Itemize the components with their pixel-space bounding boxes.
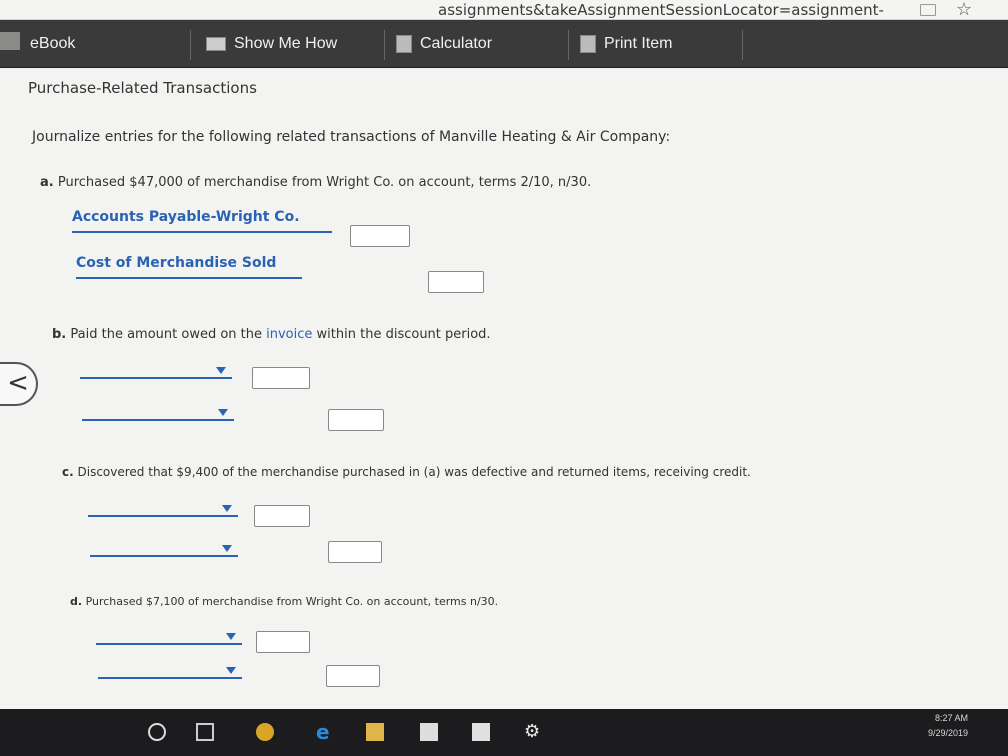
transaction-b-amount-2[interactable] xyxy=(328,409,384,431)
assignment-toolbar: eBook Show Me How Calculator Print Item xyxy=(0,20,1008,68)
transaction-d-account-select-2[interactable] xyxy=(98,665,242,679)
cortana-icon[interactable] xyxy=(148,723,166,741)
ebook-button[interactable]: eBook xyxy=(30,28,75,60)
transaction-c-letter: c. xyxy=(62,465,74,479)
url-text[interactable]: assignments&takeAssignmentSessionLocator… xyxy=(438,0,884,20)
task-view-icon[interactable] xyxy=(196,723,214,741)
page-title: Purchase-Related Transactions xyxy=(28,79,257,97)
transaction-c-amount-1[interactable] xyxy=(254,505,310,527)
invoice-link[interactable]: invoice xyxy=(266,327,312,342)
transaction-a-amount-1[interactable] xyxy=(350,225,410,247)
transaction-b-text: b. Paid the amount owed on the invoice w… xyxy=(52,327,491,342)
transaction-a-amount-2[interactable] xyxy=(428,271,484,293)
bookmark-star-icon[interactable]: ☆ xyxy=(956,0,972,20)
toolbar-divider xyxy=(190,30,191,60)
clock-time[interactable]: 8:27 AM xyxy=(912,713,968,723)
toolbar-divider xyxy=(742,30,743,60)
transaction-b-description-start: Paid the amount owed on the xyxy=(70,327,262,342)
toolbar-divider xyxy=(568,30,569,60)
taskbar: e ⚙ 8:27 AM 9/29/2019 xyxy=(0,709,1008,756)
transaction-a-account-2[interactable]: Cost of Merchandise Sold xyxy=(76,255,302,279)
dropdown-caret-icon xyxy=(226,633,236,640)
transaction-d-amount-2[interactable] xyxy=(326,665,380,687)
browser-url-bar[interactable]: assignments&takeAssignmentSessionLocator… xyxy=(0,0,1008,20)
transaction-c-account-select-2[interactable] xyxy=(90,543,238,557)
calculator-icon xyxy=(396,34,412,53)
transaction-b-description-end: within the discount period. xyxy=(316,327,491,342)
transaction-a-text: a. Purchased $47,000 of merchandise from… xyxy=(40,175,591,190)
dropdown-caret-icon xyxy=(226,667,236,674)
transaction-b-account-select-1[interactable] xyxy=(80,365,232,379)
instruction-text: Journalize entries for the following rel… xyxy=(32,129,671,145)
dropdown-caret-icon xyxy=(218,409,228,416)
file-explorer-icon[interactable] xyxy=(366,723,384,741)
chrome-icon[interactable] xyxy=(256,723,274,741)
transaction-d-text: d. Purchased $7,100 of merchandise from … xyxy=(70,595,498,608)
transaction-c-description: Discovered that $9,400 of the merchandis… xyxy=(77,465,751,479)
transaction-d-amount-1[interactable] xyxy=(256,631,310,653)
mail-icon[interactable] xyxy=(420,723,438,741)
transaction-b-amount-1[interactable] xyxy=(252,367,310,389)
ebook-icon xyxy=(0,32,20,50)
calculator-label: Calculator xyxy=(420,35,493,52)
transaction-b-account-select-2[interactable] xyxy=(82,407,234,421)
dropdown-caret-icon xyxy=(222,505,232,512)
show-me-how-button[interactable]: Show Me How xyxy=(206,28,337,60)
dropdown-caret-icon xyxy=(222,545,232,552)
calculator-button[interactable]: Calculator xyxy=(396,28,492,60)
settings-gear-icon[interactable]: ⚙ xyxy=(524,723,542,741)
transaction-a-account-1[interactable]: Accounts Payable-Wright Co. xyxy=(72,209,332,233)
edge-icon[interactable]: e xyxy=(316,722,334,742)
reader-view-icon[interactable] xyxy=(920,4,936,16)
transaction-b-letter: b. xyxy=(52,327,67,342)
transaction-c-account-select-1[interactable] xyxy=(88,503,238,517)
transaction-d-letter: d. xyxy=(70,595,83,608)
print-icon xyxy=(580,34,596,53)
transaction-a-letter: a. xyxy=(40,175,54,190)
print-item-label: Print Item xyxy=(604,35,673,52)
ebook-label: eBook xyxy=(30,35,76,52)
transaction-a-description: Purchased $47,000 of merchandise from Wr… xyxy=(57,175,592,190)
transaction-c-amount-2[interactable] xyxy=(328,541,382,563)
store-icon[interactable] xyxy=(472,723,490,741)
transaction-d-account-select-1[interactable] xyxy=(96,631,242,645)
clock-date[interactable]: 9/29/2019 xyxy=(912,728,968,738)
show-me-how-label: Show Me How xyxy=(234,35,338,52)
dropdown-caret-icon xyxy=(216,367,226,374)
video-icon xyxy=(206,36,226,51)
toolbar-divider xyxy=(384,30,385,60)
print-item-button[interactable]: Print Item xyxy=(580,28,672,60)
assignment-content: Purchase-Related Transactions Journalize… xyxy=(0,69,1008,709)
transaction-d-description: Purchased $7,100 of merchandise from Wri… xyxy=(85,595,499,608)
transaction-c-text: c. Discovered that $9,400 of the merchan… xyxy=(62,465,751,479)
